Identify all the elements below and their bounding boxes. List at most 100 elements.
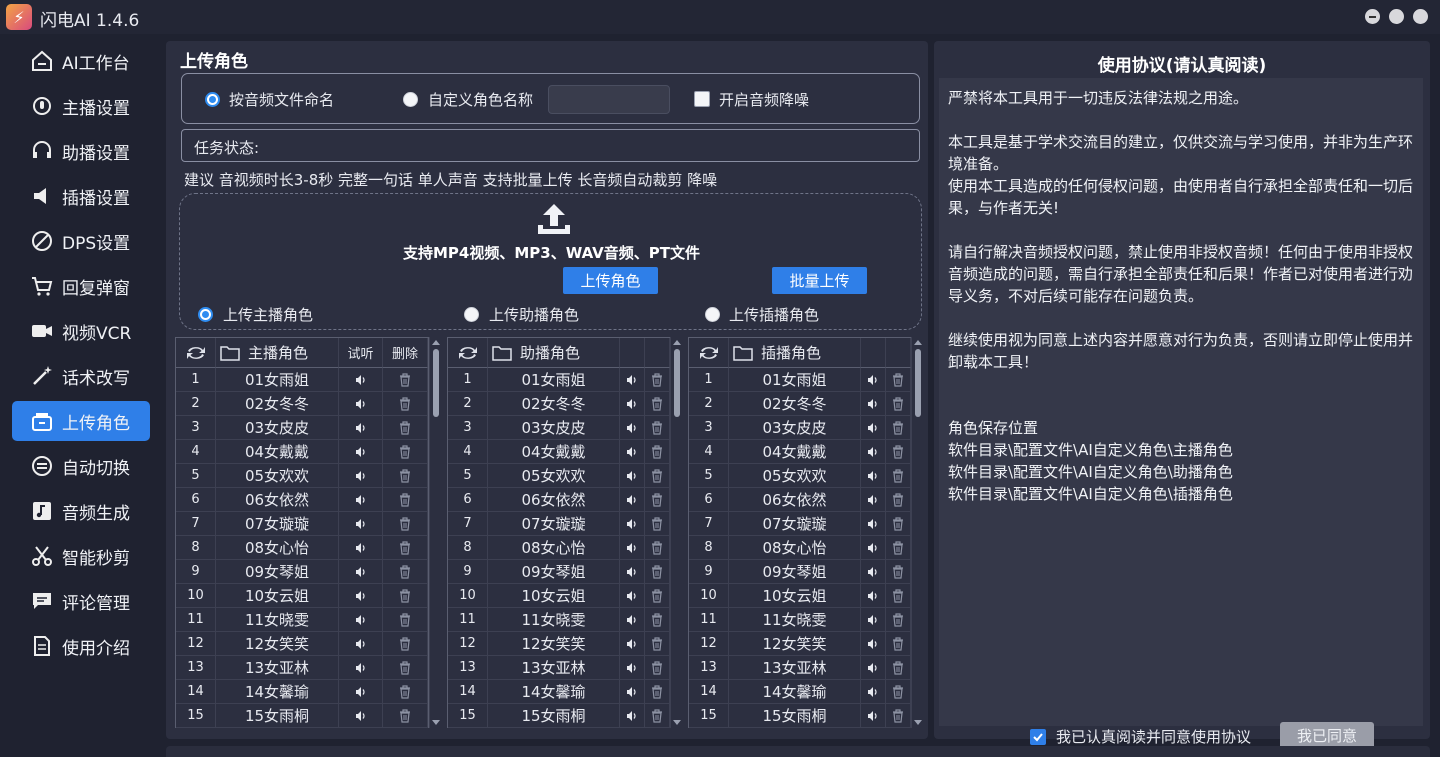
delete-icon[interactable] (886, 416, 911, 440)
minimize-button[interactable] (1365, 9, 1380, 24)
play-icon[interactable] (339, 512, 383, 536)
table-row[interactable]: 8 08女心怡 (448, 536, 670, 560)
table-row[interactable]: 7 07女璇璇 (448, 512, 670, 536)
play-icon[interactable] (861, 464, 886, 488)
table-row[interactable]: 13 13女亚林 (448, 656, 670, 680)
table-row[interactable]: 4 04女戴戴 (448, 440, 670, 464)
play-icon[interactable] (620, 608, 645, 632)
table-row[interactable]: 4 04女戴戴 (176, 440, 428, 464)
play-icon[interactable] (339, 632, 383, 656)
radio-upload-assist[interactable] (464, 307, 479, 322)
sidebar-item-1[interactable]: 主播设置 (12, 86, 150, 126)
sidebar-item-11[interactable]: 智能秒剪 (12, 536, 150, 576)
play-icon[interactable] (861, 416, 886, 440)
close-button[interactable] (1413, 9, 1428, 24)
play-icon[interactable] (620, 512, 645, 536)
delete-icon[interactable] (645, 704, 670, 728)
delete-icon[interactable] (886, 512, 911, 536)
drop-zone[interactable]: 支持MP4视频、MP3、WAV音频、PT文件 上传角色 批量上传 上传主播角色 … (179, 193, 922, 330)
sidebar-item-13[interactable]: 使用介绍 (12, 626, 150, 666)
table-row[interactable]: 1 01女雨姐 (176, 368, 428, 392)
table-row[interactable]: 9 09女琴姐 (448, 560, 670, 584)
play-icon[interactable] (620, 584, 645, 608)
play-icon[interactable] (861, 536, 886, 560)
radio-custom-name[interactable] (403, 92, 418, 107)
delete-icon[interactable] (383, 656, 428, 680)
play-icon[interactable] (861, 488, 886, 512)
sidebar-item-9[interactable]: 自动切换 (12, 446, 150, 486)
play-icon[interactable] (861, 368, 886, 392)
table-row[interactable]: 13 13女亚林 (689, 656, 911, 680)
play-icon[interactable] (620, 704, 645, 728)
upload-role-button[interactable]: 上传角色 (563, 267, 658, 294)
table-row[interactable]: 1 01女雨姐 (689, 368, 911, 392)
table-row[interactable]: 8 08女心怡 (176, 536, 428, 560)
table-row[interactable]: 15 15女雨桐 (689, 704, 911, 728)
play-icon[interactable] (339, 488, 383, 512)
table-row[interactable]: 3 03女皮皮 (448, 416, 670, 440)
sidebar-item-6[interactable]: 视频VCR (12, 311, 150, 351)
delete-icon[interactable] (886, 656, 911, 680)
delete-icon[interactable] (886, 368, 911, 392)
play-icon[interactable] (861, 584, 886, 608)
open-folder-header[interactable]: 插播角色 (729, 338, 861, 368)
play-icon[interactable] (339, 440, 383, 464)
custom-name-input[interactable] (548, 85, 670, 114)
play-icon[interactable] (620, 368, 645, 392)
play-icon[interactable] (620, 560, 645, 584)
delete-icon[interactable] (645, 440, 670, 464)
delete-icon[interactable] (645, 560, 670, 584)
table-row[interactable]: 8 08女心怡 (689, 536, 911, 560)
delete-icon[interactable] (383, 440, 428, 464)
delete-icon[interactable] (645, 584, 670, 608)
play-icon[interactable] (620, 632, 645, 656)
table-row[interactable]: 9 09女琴姐 (689, 560, 911, 584)
delete-icon[interactable] (645, 680, 670, 704)
table-row[interactable]: 5 05女欢欢 (176, 464, 428, 488)
table-row[interactable]: 12 12女笑笑 (689, 632, 911, 656)
play-icon[interactable] (620, 416, 645, 440)
radio-upload-main[interactable] (198, 307, 213, 322)
play-icon[interactable] (861, 512, 886, 536)
delete-icon[interactable] (886, 440, 911, 464)
table-row[interactable]: 12 12女笑笑 (176, 632, 428, 656)
delete-icon[interactable] (645, 488, 670, 512)
table-row[interactable]: 12 12女笑笑 (448, 632, 670, 656)
play-icon[interactable] (339, 680, 383, 704)
play-icon[interactable] (339, 608, 383, 632)
delete-icon[interactable] (886, 632, 911, 656)
delete-icon[interactable] (886, 560, 911, 584)
play-icon[interactable] (339, 392, 383, 416)
table-row[interactable]: 14 14女馨瑜 (448, 680, 670, 704)
delete-icon[interactable] (886, 464, 911, 488)
play-icon[interactable] (339, 560, 383, 584)
table-row[interactable]: 10 10女云姐 (176, 584, 428, 608)
delete-icon[interactable] (645, 392, 670, 416)
play-icon[interactable] (620, 392, 645, 416)
delete-icon[interactable] (383, 488, 428, 512)
play-icon[interactable] (620, 680, 645, 704)
agree-button[interactable]: 我已同意 (1280, 722, 1374, 749)
play-icon[interactable] (339, 368, 383, 392)
sidebar-item-10[interactable]: 音频生成 (12, 491, 150, 531)
table-row[interactable]: 5 05女欢欢 (448, 464, 670, 488)
table-row[interactable]: 15 15女雨桐 (176, 704, 428, 728)
refresh-icon[interactable] (176, 338, 216, 368)
delete-icon[interactable] (886, 488, 911, 512)
table-row[interactable]: 2 02女冬冬 (176, 392, 428, 416)
delete-icon[interactable] (383, 560, 428, 584)
table-scrollbar[interactable] (911, 337, 923, 728)
denoise-checkbox[interactable] (694, 91, 710, 107)
table-row[interactable]: 6 06女依然 (448, 488, 670, 512)
table-row[interactable]: 13 13女亚林 (176, 656, 428, 680)
table-row[interactable]: 11 11女晓雯 (689, 608, 911, 632)
table-row[interactable]: 3 03女皮皮 (689, 416, 911, 440)
radio-by-file[interactable] (205, 92, 220, 107)
batch-upload-button[interactable]: 批量上传 (772, 267, 867, 294)
play-icon[interactable] (620, 440, 645, 464)
sidebar-item-3[interactable]: 插播设置 (12, 176, 150, 216)
table-row[interactable]: 3 03女皮皮 (176, 416, 428, 440)
delete-icon[interactable] (383, 368, 428, 392)
play-icon[interactable] (861, 392, 886, 416)
sidebar-item-12[interactable]: 评论管理 (12, 581, 150, 621)
